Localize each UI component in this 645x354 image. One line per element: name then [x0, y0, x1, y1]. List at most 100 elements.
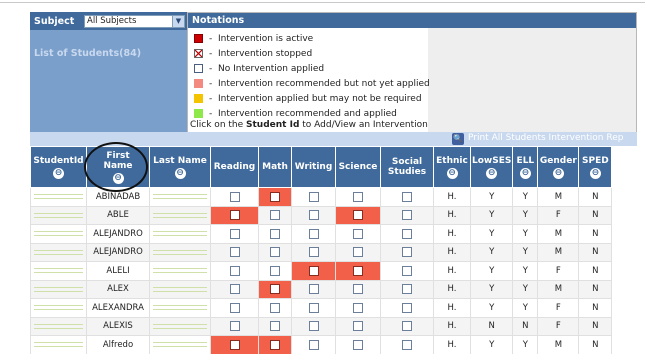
social-studies-cell[interactable] — [380, 242, 434, 262]
checkbox[interactable] — [270, 302, 280, 313]
reading-cell[interactable] — [210, 316, 259, 336]
social-studies-cell[interactable] — [380, 298, 434, 318]
science-cell[interactable] — [335, 187, 381, 207]
checkbox[interactable] — [402, 339, 412, 350]
checkbox[interactable] — [270, 265, 280, 276]
col-student-id[interactable]: StudentId ⊖ — [30, 146, 87, 188]
checkbox[interactable] — [229, 302, 240, 313]
sort-icon[interactable]: ⊖ — [174, 167, 186, 179]
checkbox[interactable] — [270, 228, 280, 239]
math-cell[interactable] — [258, 279, 292, 299]
reading-cell[interactable] — [210, 335, 259, 354]
checkbox[interactable] — [353, 247, 363, 257]
social-studies-cell[interactable] — [380, 261, 434, 281]
sort-icon[interactable]: ⊖ — [486, 167, 498, 179]
checkbox[interactable] — [402, 191, 412, 202]
science-cell[interactable] — [335, 335, 381, 354]
col-ell[interactable]: ELL ⊖ — [512, 146, 539, 188]
reading-cell[interactable] — [210, 279, 259, 299]
sort-icon[interactable]: ⊖ — [446, 167, 458, 179]
reading-cell[interactable] — [210, 242, 259, 262]
social-studies-cell[interactable] — [380, 205, 434, 225]
writing-cell[interactable] — [291, 242, 336, 262]
checkbox[interactable] — [270, 247, 280, 257]
checkbox[interactable] — [229, 265, 240, 276]
checkbox[interactable] — [229, 339, 240, 350]
student-id-cell[interactable] — [30, 224, 87, 244]
science-cell[interactable] — [335, 242, 381, 262]
chevron-down-icon[interactable]: ▼ — [172, 15, 184, 27]
checkbox[interactable] — [402, 302, 412, 313]
math-cell[interactable] — [258, 261, 292, 281]
math-cell[interactable] — [258, 242, 292, 262]
checkbox[interactable] — [402, 265, 412, 276]
math-cell[interactable] — [258, 335, 292, 354]
writing-cell[interactable] — [291, 279, 336, 299]
checkbox[interactable] — [308, 247, 319, 257]
reading-cell[interactable] — [210, 261, 259, 281]
reading-cell[interactable] — [210, 205, 259, 225]
checkbox[interactable] — [308, 284, 319, 294]
student-id-cell[interactable] — [30, 335, 87, 354]
checkbox[interactable] — [353, 265, 363, 276]
checkbox[interactable] — [308, 265, 319, 276]
checkbox[interactable] — [353, 284, 363, 294]
writing-cell[interactable] — [291, 224, 336, 244]
checkbox[interactable] — [353, 191, 363, 202]
student-id-cell[interactable] — [30, 261, 87, 281]
checkbox[interactable] — [308, 321, 319, 331]
math-cell[interactable] — [258, 298, 292, 318]
sort-icon[interactable]: ⊖ — [552, 167, 564, 179]
checkbox[interactable] — [308, 210, 319, 220]
checkbox[interactable] — [229, 247, 240, 257]
social-studies-cell[interactable] — [380, 279, 434, 299]
science-cell[interactable] — [335, 224, 381, 244]
checkbox[interactable] — [402, 210, 412, 220]
math-cell[interactable] — [258, 316, 292, 336]
student-id-cell[interactable] — [30, 316, 87, 336]
checkbox[interactable] — [229, 321, 240, 331]
reading-cell[interactable] — [210, 187, 259, 207]
science-cell[interactable] — [335, 261, 381, 281]
checkbox[interactable] — [308, 302, 319, 313]
col-last-name[interactable]: Last Name ⊖ — [149, 146, 211, 188]
sort-icon[interactable]: ⊖ — [53, 167, 64, 179]
checkbox[interactable] — [353, 321, 363, 331]
social-studies-cell[interactable] — [380, 187, 434, 207]
subject-select[interactable]: All Subjects ▼ — [84, 14, 185, 28]
checkbox[interactable] — [308, 228, 319, 239]
checkbox[interactable] — [402, 321, 412, 331]
checkbox[interactable] — [229, 284, 240, 294]
writing-cell[interactable] — [291, 316, 336, 336]
science-cell[interactable] — [335, 316, 381, 336]
science-cell[interactable] — [335, 298, 381, 318]
col-gender[interactable]: Gender ⊖ — [537, 146, 580, 188]
student-id-cell[interactable] — [30, 242, 87, 262]
checkbox[interactable] — [353, 339, 363, 350]
checkbox[interactable] — [270, 339, 280, 350]
writing-cell[interactable] — [291, 335, 336, 354]
col-lowses[interactable]: LowSES ⊖ — [469, 146, 514, 188]
sort-icon[interactable]: ⊖ — [589, 167, 601, 179]
student-id-cell[interactable] — [30, 205, 87, 225]
science-cell[interactable] — [335, 205, 381, 225]
reading-cell[interactable] — [210, 298, 259, 318]
writing-cell[interactable] — [291, 298, 336, 318]
student-id-cell[interactable] — [30, 279, 87, 299]
print-report-link[interactable]: Print All Students Intervention Rep — [468, 133, 636, 143]
student-id-cell[interactable] — [30, 298, 87, 318]
checkbox[interactable] — [308, 339, 319, 350]
checkbox[interactable] — [229, 228, 240, 239]
reading-cell[interactable] — [210, 224, 259, 244]
checkbox[interactable] — [270, 284, 280, 294]
checkbox[interactable] — [270, 210, 280, 220]
col-sped[interactable]: SPED ⊖ — [578, 146, 613, 188]
magnifier-icon[interactable]: 🔍 — [452, 133, 464, 145]
student-id-cell[interactable] — [30, 187, 87, 207]
checkbox[interactable] — [402, 247, 412, 257]
writing-cell[interactable] — [291, 261, 336, 281]
writing-cell[interactable] — [291, 205, 336, 225]
science-cell[interactable] — [335, 279, 381, 299]
checkbox[interactable] — [308, 191, 319, 202]
math-cell[interactable] — [258, 224, 292, 244]
